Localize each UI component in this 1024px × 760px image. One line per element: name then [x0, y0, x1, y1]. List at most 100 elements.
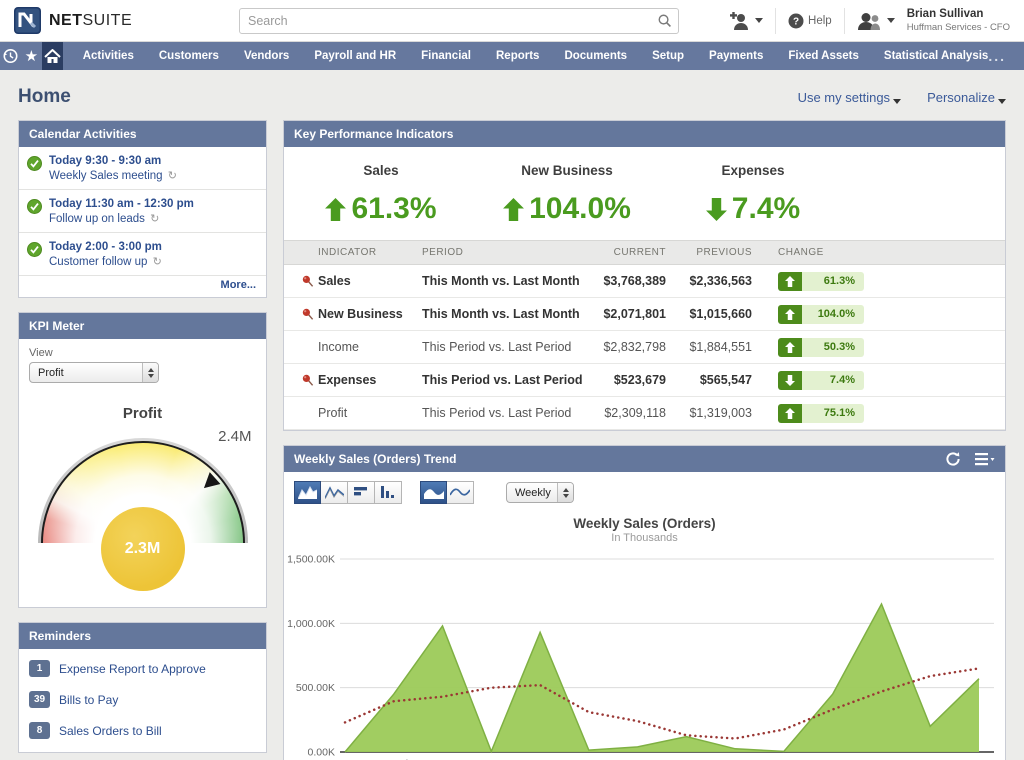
reminder-count-badge: 1: [29, 660, 50, 677]
personalize-menu[interactable]: Personalize: [927, 90, 1006, 105]
chart-type-hbar-button[interactable]: [348, 481, 375, 504]
previous-cell: $2,336,563: [670, 265, 756, 298]
chart-type-line-button[interactable]: [321, 481, 348, 504]
reminder-item[interactable]: 39 Bills to Pay: [19, 684, 266, 715]
clock-history-icon: [2, 48, 18, 64]
help-button[interactable]: ? Help: [788, 13, 832, 29]
trendline-smooth-area-button[interactable]: [420, 481, 447, 504]
user-icon: [857, 12, 883, 30]
reminder-label[interactable]: Expense Report to Approve: [59, 662, 206, 676]
nav-item-reports[interactable]: Reports: [496, 50, 539, 62]
kpi-row-expenses[interactable]: ExpensesThis Period vs. Last Period$523,…: [284, 364, 1005, 397]
event-name[interactable]: Follow up on leads ↻: [49, 212, 194, 225]
panel-header[interactable]: Calendar Activities: [19, 121, 266, 147]
panel-header[interactable]: KPI Meter: [19, 313, 266, 339]
up-arrow-icon: [503, 198, 524, 221]
user-menu[interactable]: [857, 12, 895, 30]
indicator-cell[interactable]: Profit: [284, 397, 418, 430]
event-time[interactable]: Today 9:30 - 9:30 am: [49, 155, 177, 167]
y-tick-label: 1,500.00K: [287, 554, 335, 566]
reminder-count-badge: 39: [29, 691, 50, 708]
netsuite-logo[interactable]: NETSUITE: [14, 7, 239, 34]
calendar-more-link[interactable]: More...: [19, 276, 266, 297]
search-input[interactable]: [248, 14, 657, 28]
indicator-cell[interactable]: New Business: [284, 298, 418, 331]
calendar-activities-panel: Calendar Activities Today 9:30 - 9:30 am…: [18, 120, 267, 298]
trend-period-select[interactable]: Weekly: [506, 482, 574, 503]
up-arrow-icon: [785, 408, 795, 419]
gauge-title: Profit: [29, 405, 256, 422]
nav-item-customers[interactable]: Customers: [159, 50, 219, 62]
reminder-item[interactable]: 1 Expense Report to Approve: [19, 653, 266, 684]
kpi-view-select[interactable]: Profit: [29, 362, 159, 383]
reminder-label[interactable]: Bills to Pay: [59, 693, 118, 707]
help-label: Help: [808, 15, 832, 27]
home-tab[interactable]: [42, 42, 63, 70]
event-time[interactable]: Today 2:00 - 3:00 pm: [49, 241, 162, 253]
divider: [844, 8, 845, 34]
home-icon: [44, 49, 61, 64]
event-name[interactable]: Weekly Sales meeting ↻: [49, 169, 177, 182]
indicator-cell[interactable]: Sales: [284, 265, 418, 298]
panel-menu-icon[interactable]: [975, 452, 995, 466]
nav-item-documents[interactable]: Documents: [564, 50, 627, 62]
kpi-row-new-business[interactable]: New BusinessThis Month vs. Last Month$2,…: [284, 298, 1005, 331]
change-badge: 104.0%: [778, 305, 864, 324]
trend-panel: Weekly Sales (Orders) Trend: [283, 445, 1006, 760]
kpi-row-sales[interactable]: SalesThis Month vs. Last Month$3,768,389…: [284, 265, 1005, 298]
nav-item-financial[interactable]: Financial: [421, 50, 471, 62]
view-label: View: [29, 347, 256, 359]
search-icon[interactable]: [657, 13, 672, 28]
reminder-label[interactable]: Sales Orders to Bill: [59, 724, 162, 738]
nav-item-fixed-assets[interactable]: Fixed Assets: [788, 50, 859, 62]
kpi-row-profit[interactable]: ProfitThis Period vs. Last Period$2,309,…: [284, 397, 1005, 430]
chart-type-area-button[interactable]: [294, 481, 321, 504]
reminder-item[interactable]: 8Sales Orders to Bill: [19, 715, 266, 746]
indicator-cell[interactable]: Expenses: [284, 364, 418, 397]
svg-text:?: ?: [793, 16, 799, 27]
calendar-event[interactable]: Today 9:30 - 9:30 am Weekly Sales meeting…: [19, 147, 266, 190]
y-tick-label: 1,000.00K: [287, 618, 335, 630]
use-my-settings-menu[interactable]: Use my settings: [798, 90, 901, 105]
refresh-icon[interactable]: [945, 451, 961, 467]
global-search[interactable]: [239, 8, 679, 34]
panel-header[interactable]: Weekly Sales (Orders) Trend: [294, 446, 457, 472]
nav-item-setup[interactable]: Setup: [652, 50, 684, 62]
recurring-icon: ↻: [168, 170, 177, 182]
current-cell: $2,309,118: [590, 397, 670, 430]
user-name: Brian Sullivan: [907, 8, 1010, 22]
calendar-event[interactable]: Today 2:00 - 3:00 pm Customer follow up ↻: [19, 233, 266, 276]
event-name[interactable]: Customer follow up ↻: [49, 255, 162, 268]
panel-header[interactable]: Reminders: [19, 623, 266, 649]
kpi-row-income[interactable]: IncomeThis Period vs. Last Period$2,832,…: [284, 331, 1005, 364]
page-title: Home: [18, 86, 71, 108]
kpi-meter-panel: KPI Meter View Profit Profit: [18, 312, 267, 608]
up-arrow-icon: [785, 276, 795, 287]
panel-header[interactable]: Key Performance Indicators: [284, 121, 1005, 147]
kpi-highlights: Sales61.3%New Business104.0%Expenses7.4%: [284, 147, 1005, 240]
nav-overflow-button[interactable]: ...: [988, 42, 1024, 70]
trendline-smooth-line-button[interactable]: [447, 481, 474, 504]
column-header: CHANGE: [756, 241, 1005, 265]
user-info[interactable]: Brian Sullivan Huffman Services - CFO: [907, 8, 1010, 33]
nav-item-activities[interactable]: Activities: [83, 50, 134, 62]
down-arrow-icon: [785, 375, 795, 386]
nav-item-payroll-and-hr[interactable]: Payroll and HR: [314, 50, 396, 62]
kpi-panel: Key Performance Indicators Sales61.3%New…: [283, 120, 1006, 431]
chart-type-column-button[interactable]: [375, 481, 402, 504]
up-arrow-icon: [785, 309, 795, 320]
current-cell: $2,071,801: [590, 298, 670, 331]
shortcuts-button[interactable]: ★: [21, 42, 42, 70]
event-time[interactable]: Today 11:30 am - 12:30 pm: [49, 198, 194, 210]
nav-item-vendors[interactable]: Vendors: [244, 50, 289, 62]
indicator-cell[interactable]: Income: [284, 331, 418, 364]
nav-item-statistical-analysis[interactable]: Statistical Analysis: [884, 50, 988, 62]
recent-records-button[interactable]: [0, 42, 21, 70]
gauge-current-value: 2.3M: [125, 540, 161, 558]
calendar-event[interactable]: Today 11:30 am - 12:30 pm Follow up on le…: [19, 190, 266, 233]
nav-item-payments[interactable]: Payments: [709, 50, 763, 62]
create-new-menu[interactable]: [730, 12, 763, 30]
kpi-highlight-label: New Business: [474, 163, 660, 178]
chevron-down-icon: [893, 99, 901, 104]
change-cell: 75.1%: [756, 397, 1005, 430]
